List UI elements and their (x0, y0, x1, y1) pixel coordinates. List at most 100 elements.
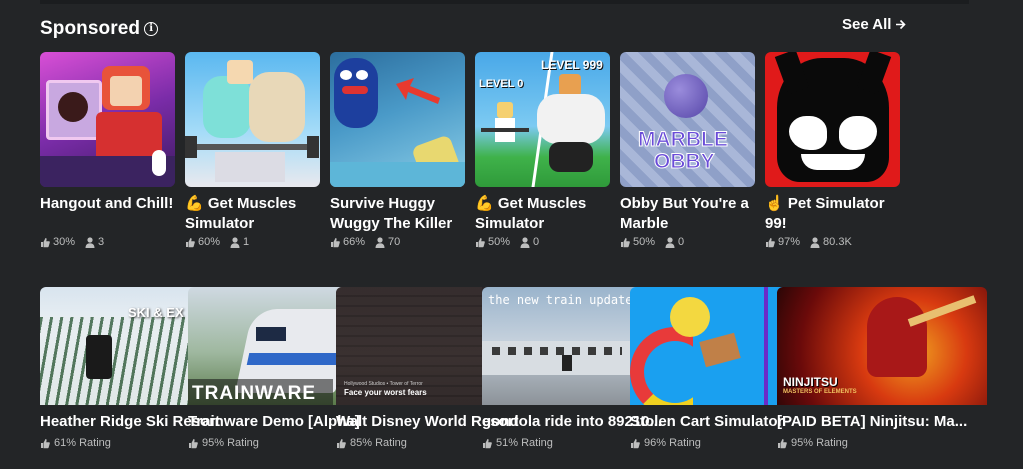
sponsored-heading: Sponsored i (40, 18, 159, 40)
game-title[interactable]: 💪 Get Muscles Simulator (475, 194, 610, 234)
rating-value: 85% Rating (350, 437, 407, 449)
section-title: Sponsored (40, 18, 141, 39)
game-stats: 50% 0 (475, 236, 610, 248)
game-stats: 30% 3 (40, 236, 175, 248)
thumbs-up-icon (331, 237, 340, 247)
game-thumbnail[interactable]: MARBLE OBBY (620, 52, 755, 187)
arrow-icon (396, 78, 440, 104)
experience-rating: 85% Rating (336, 437, 407, 449)
game-stats: 60% 1 (185, 236, 320, 248)
game-card[interactable]: LEVEL 0 LEVEL 999 💪 Get Muscles Simulato… (475, 52, 610, 248)
person-icon (665, 236, 675, 248)
rating-stat: 50% (620, 236, 655, 248)
level-0-label: LEVEL 0 (479, 78, 524, 90)
thumbs-up-icon (41, 237, 50, 247)
thumbs-up-icon (476, 237, 485, 247)
game-card[interactable]: 💪 Get Muscles Simulator 60% 1 (185, 52, 320, 248)
game-thumbnail[interactable] (40, 52, 175, 187)
rating-stat: 30% (40, 236, 75, 248)
rating-value: 66% (343, 236, 366, 248)
players-value: 1 (243, 236, 250, 248)
players-value: 70 (388, 236, 401, 248)
rating-value: 61% Rating (54, 437, 111, 449)
thumbs-up-icon (778, 438, 787, 448)
marble-title-line2: OBBY (654, 150, 716, 174)
experience-rating: 51% Rating (482, 437, 553, 449)
game-stats: 50% 0 (620, 236, 755, 248)
person-icon (375, 236, 385, 248)
rating-stat: 60% (185, 236, 220, 248)
experience-title[interactable]: [PAID BETA] Ninjitsu: Ma... (777, 413, 967, 430)
players-value: 0 (678, 236, 685, 248)
person-icon (520, 236, 530, 248)
rating-value: 60% (198, 236, 221, 248)
game-thumbnail[interactable] (185, 52, 320, 187)
game-card[interactable]: Hangout and Chill! 30% 3 (40, 52, 175, 248)
thumbs-up-icon (186, 237, 195, 247)
game-thumbnail[interactable] (765, 52, 900, 187)
thumbs-up-icon (766, 237, 775, 247)
experience-thumb-text: Face your worst fears (344, 388, 427, 397)
thumbs-up-icon (337, 438, 346, 448)
game-card[interactable]: MARBLE OBBY Obby But You're a Marble 50%… (620, 52, 755, 248)
players-value: 0 (533, 236, 540, 248)
rating-stat: 66% (330, 236, 365, 248)
game-card[interactable]: ☝️ Pet Simulator 99! 97% 80.3K (765, 52, 900, 248)
level-999-label: LEVEL 999 (541, 58, 603, 72)
rating-value: 50% (633, 236, 656, 248)
game-title[interactable]: Survive Huggy Wuggy The Killer (330, 194, 465, 234)
person-icon (810, 236, 820, 248)
rating-value: 51% Rating (496, 437, 553, 449)
experience-thumb-text: the new train update (488, 293, 633, 307)
experience-title[interactable]: Stolen Cart Simulator (630, 413, 783, 430)
game-card[interactable]: Survive Huggy Wuggy The Killer 66% 70 (330, 52, 465, 248)
game-stats: 97% 80.3K (765, 236, 900, 248)
players-stat: 0 (520, 236, 539, 248)
rating-value: 95% Rating (202, 437, 259, 449)
game-title[interactable]: 💪 Get Muscles Simulator (185, 194, 320, 234)
thumbs-up-icon (189, 438, 198, 448)
experience-thumb-subtext: Hollywood Studios • Tower of Terror (344, 381, 423, 387)
players-value: 80.3K (823, 236, 852, 248)
experience-thumbnail[interactable]: NINJITSU MASTERS OF ELEMENTS (777, 287, 987, 405)
experience-rating: 95% Rating (188, 437, 259, 449)
info-icon[interactable]: i (144, 22, 159, 36)
players-stat: 1 (230, 236, 249, 248)
see-all-link[interactable]: See All (842, 16, 907, 33)
see-all-label: See All (842, 16, 892, 33)
experience-thumb-text: NINJITSU (783, 375, 838, 389)
person-icon (230, 236, 240, 248)
thumbs-up-icon (631, 438, 640, 448)
players-stat: 70 (375, 236, 400, 248)
game-title[interactable]: ☝️ Pet Simulator 99! (765, 194, 900, 234)
players-value: 3 (98, 236, 105, 248)
thumbs-up-icon (41, 438, 50, 448)
person-icon (85, 236, 95, 248)
rating-stat: 97% (765, 236, 800, 248)
experience-thumb-text: TRAINWARE (192, 383, 317, 404)
rating-stat: 50% (475, 236, 510, 248)
game-title[interactable]: Hangout and Chill! (40, 194, 175, 234)
experience-rating: 95% Rating (777, 437, 848, 449)
marble-title-line1: MARBLE (638, 128, 729, 152)
game-title[interactable]: Obby But You're a Marble (620, 194, 755, 234)
experience-title[interactable]: Trainware Demo [Alpha] (188, 413, 360, 430)
rating-value: 97% (778, 236, 801, 248)
experience-rating: 61% Rating (40, 437, 111, 449)
chevron-right-icon (895, 17, 907, 33)
thumbs-up-icon (621, 237, 630, 247)
rating-value: 50% (488, 236, 511, 248)
rating-value: 96% Rating (644, 437, 701, 449)
thumbs-up-icon (483, 438, 492, 448)
top-divider (40, 0, 969, 4)
game-thumbnail[interactable]: LEVEL 0 LEVEL 999 (475, 52, 610, 187)
experience-rating: 96% Rating (630, 437, 701, 449)
game-stats: 66% 70 (330, 236, 465, 248)
players-stat: 0 (665, 236, 684, 248)
rating-value: 30% (53, 236, 76, 248)
experience-card[interactable]: NINJITSU MASTERS OF ELEMENTS [PAID BETA]… (777, 287, 987, 457)
game-thumbnail[interactable] (330, 52, 465, 187)
players-stat: 80.3K (810, 236, 852, 248)
experience-thumb-text: SKI & EX (128, 305, 184, 320)
rating-value: 95% Rating (791, 437, 848, 449)
